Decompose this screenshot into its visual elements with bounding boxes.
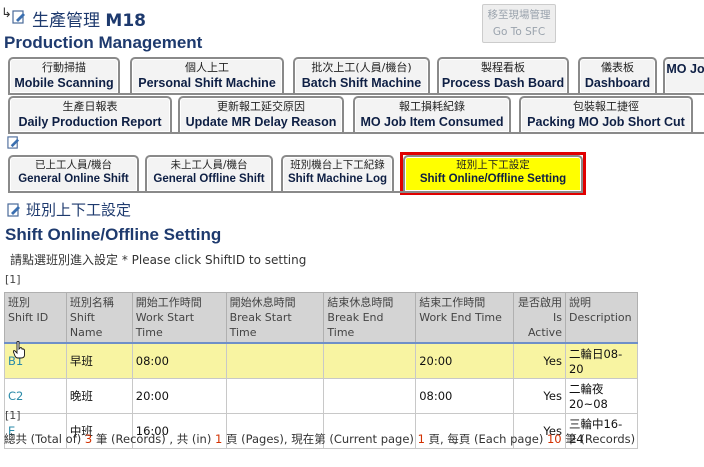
col-shift-name[interactable]: 班別名稱 Shift Name	[65, 292, 133, 344]
is-active: Yes	[513, 342, 566, 379]
shift-table: 班別 Shift ID 班別名稱 Shift Name 開始工作時間 Work Sta…	[4, 292, 639, 449]
tab-packing-mo-job-short-cut[interactable]: 包裝報工捷徑 Packing MO Job Short Cut	[519, 96, 693, 132]
tab-update-mr-delay-reason[interactable]: 更新報工延交原因 Update MR Delay Reason	[178, 96, 344, 132]
document-icon	[7, 203, 20, 217]
tab-mobile-scanning[interactable]: 行動掃描 Mobile Scanning	[8, 57, 120, 93]
subtab-divider	[8, 191, 583, 193]
subtab-shift-online-offline-setting[interactable]: 班別上下工設定 Shift Online/Offline Setting	[403, 155, 583, 191]
records-summary: 總共 (Total of) 3 筆 (Records) , 共 (in) 1 頁…	[4, 432, 636, 446]
description: 二輪夜20~08	[564, 378, 639, 414]
tab-batch-shift-machine[interactable]: 批次上工(人員/機台) Batch Shift Machine	[293, 57, 430, 93]
tab-mo-job-item-consumed[interactable]: 報工損耗紀錄 MO Job Item Consumed	[353, 96, 511, 132]
col-is-active[interactable]: 是否啟用 Is Active	[513, 292, 566, 344]
subtab-general-offline-shift[interactable]: 未上工人員/機台 General Offline Shift	[145, 155, 273, 191]
subtab-general-online-shift[interactable]: 已上工人員/機台 General Online Shift	[8, 155, 139, 191]
document-icon	[7, 136, 20, 149]
shift-name: 晚班	[65, 378, 133, 414]
shift-name: 早班	[65, 342, 133, 379]
document-icon	[12, 10, 25, 24]
col-break-start-time[interactable]: 開始休息時間 Break Start Time	[225, 292, 325, 344]
col-work-start-time[interactable]: 開始工作時間 Work Start Time	[131, 292, 227, 344]
table-row: B1 早班 08:00 20:00 Yes 二輪日08-20	[4, 342, 639, 379]
page-title-cn: 生產管理 M18	[32, 11, 146, 31]
back-arrow-icon[interactable]: ↳	[1, 6, 12, 21]
pager-bottom[interactable]: [1]	[5, 409, 21, 422]
tab-divider	[8, 132, 704, 134]
tab-dashboard[interactable]: 儀表板 Dashboard	[578, 57, 657, 93]
pager-top[interactable]: [1]	[5, 273, 21, 286]
work-end-time: 20:00	[415, 342, 515, 379]
tab-personal-shift-machine[interactable]: 個人上工 Personal Shift Machine	[130, 57, 284, 93]
table-header-row: 班別 Shift ID 班別名稱 Shift Name 開始工作時間 Work Sta…	[4, 292, 639, 344]
break-end-time	[323, 342, 417, 379]
go-to-sfc-button[interactable]: 移至現場管理 Go To SFC	[482, 4, 556, 43]
subtab-shift-machine-log[interactable]: 班別機台上下工紀錄 Shift Machine Log	[281, 155, 394, 191]
page-title-en: Production Management	[4, 33, 203, 52]
tab-daily-production-report[interactable]: 生產日報表 Daily Production Report	[8, 96, 172, 132]
section-title-cn: 班別上下工設定	[26, 201, 132, 219]
hand-cursor-icon	[13, 341, 25, 359]
break-start-time	[225, 342, 325, 379]
table-row: C2 晚班 20:00 08:00 Yes 二輪夜20~08	[4, 378, 639, 414]
is-active: Yes	[513, 378, 566, 414]
tab-process-dash-board[interactable]: 製程看板 Process Dash Board	[437, 57, 569, 93]
col-work-end-time[interactable]: 結束工作時間 Work End Time	[415, 292, 515, 344]
break-start-time	[225, 378, 325, 414]
instruction-text: 請點選班別進入設定 * Please click ShiftID to sett…	[10, 253, 307, 267]
work-start-time: 20:00	[131, 378, 227, 414]
description: 二輪日08-20	[564, 342, 639, 379]
col-shift-id[interactable]: 班別 Shift ID	[4, 292, 67, 344]
tab-mo-job[interactable]: MO Jo	[663, 57, 704, 93]
work-end-time: 08:00	[415, 378, 515, 414]
break-end-time	[323, 378, 417, 414]
tab-divider	[8, 93, 704, 95]
section-title-en: Shift Online/Offline Setting	[5, 225, 222, 244]
col-break-end-time[interactable]: 結束休息時間 Break End Time	[323, 292, 417, 344]
col-description[interactable]: 說明 Description	[564, 292, 639, 344]
work-start-time: 08:00	[131, 342, 227, 379]
